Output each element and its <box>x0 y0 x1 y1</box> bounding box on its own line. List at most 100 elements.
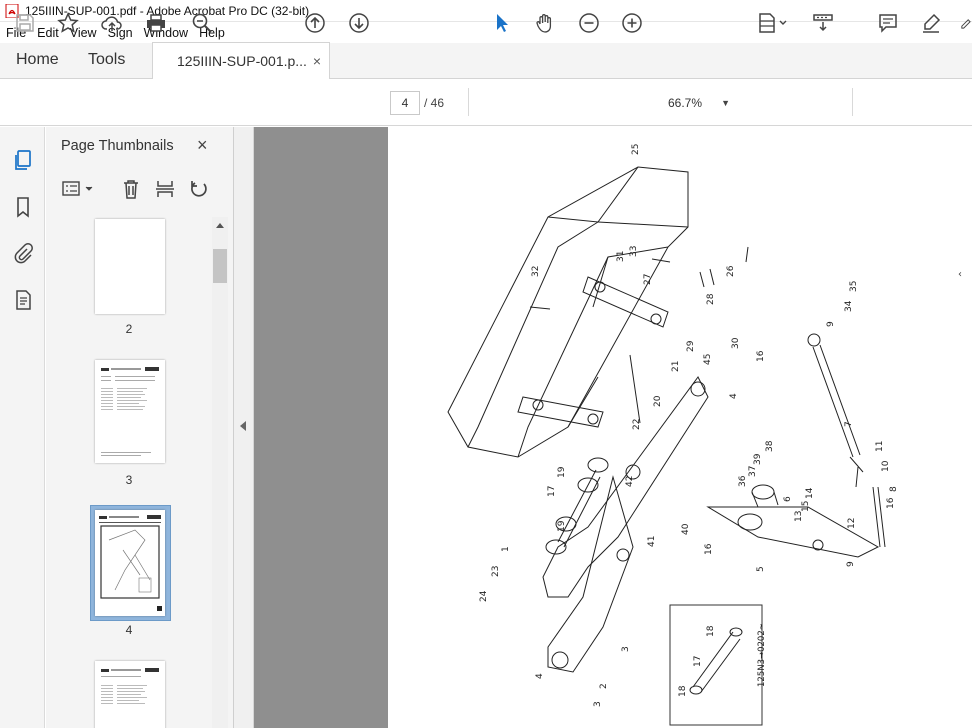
zoom-out-icon[interactable] <box>576 10 602 36</box>
thumbnail-options-icon[interactable] <box>60 177 96 201</box>
tab-document[interactable]: 125IIIN-SUP-001.p... × <box>152 42 330 79</box>
bookmark-icon[interactable] <box>10 194 36 220</box>
page-thumbnails-icon[interactable] <box>10 147 36 173</box>
insert-page-icon[interactable] <box>153 177 177 201</box>
part-number: 25 <box>631 144 641 155</box>
scroll-up-arrow-icon[interactable] <box>216 223 224 228</box>
part-number: 26 <box>726 265 736 277</box>
part-number: 3 <box>621 646 631 652</box>
part-number: 12 <box>847 518 857 529</box>
part-number: 22 <box>632 419 642 430</box>
chevron-down-icon: ▼ <box>721 98 730 108</box>
part-number: 33 <box>629 246 639 257</box>
tab-bar: Home Tools 125IIIN-SUP-001.p... × <box>0 42 972 79</box>
part-number: 1 <box>501 546 511 552</box>
thumbnail-page-4[interactable] <box>95 510 165 616</box>
part-number: 21 <box>671 361 681 372</box>
part-number: 2 <box>599 683 609 689</box>
hand-tool-icon[interactable] <box>532 10 558 36</box>
zoom-level-select[interactable]: 66.7% ▼ <box>666 91 732 115</box>
pdf-page: 25 26 27 28 29 30 31 32 33 34 35 9 16 45 21 4 20 22 7 11 10 8… <box>388 127 972 728</box>
zoom-search-icon[interactable] <box>189 10 215 36</box>
panel-splitter[interactable] <box>234 127 254 728</box>
part-number: 4 <box>729 393 739 399</box>
toolbar-divider <box>468 88 469 116</box>
thumbnail-page-5[interactable] <box>95 661 165 728</box>
thumbnail-label: 4 <box>125 623 133 637</box>
page-thumbnails-panel: Page Thumbnails × 2 3 4 <box>46 127 234 728</box>
part-number: 16 <box>756 350 766 362</box>
part-number: 37 <box>748 466 758 477</box>
zoom-in-icon[interactable] <box>619 10 645 36</box>
part-number: 4 <box>535 673 545 679</box>
exploded-parts-diagram: 2526272829 303132333435916452142022 711108… <box>447 144 962 726</box>
panel-title: Page Thumbnails <box>61 138 174 154</box>
save-icon[interactable] <box>12 10 38 36</box>
inset-part-number: 17 <box>693 656 703 667</box>
part-number: 14 <box>805 487 815 499</box>
page-fit-icon[interactable] <box>756 10 792 36</box>
upload-cloud-icon[interactable] <box>99 10 125 36</box>
part-number: 41 <box>647 536 657 547</box>
part-number: 23 <box>491 566 501 577</box>
thumbnail-list[interactable]: 2 3 4 <box>46 217 212 728</box>
left-navigation-rail <box>0 127 45 728</box>
part-number: 39 <box>753 453 763 465</box>
thumbnail-label: 3 <box>125 473 133 487</box>
page-content-icon[interactable] <box>10 287 36 313</box>
tab-tools[interactable]: Tools <box>74 42 152 78</box>
part-number: 16 <box>886 497 896 509</box>
close-panel-icon[interactable]: × <box>197 135 208 156</box>
previous-page-icon[interactable] <box>302 10 328 36</box>
document-viewer[interactable]: 25 26 27 28 29 30 31 32 33 34 35 9 16 45 21 4 20 22 7 11 10 8… <box>254 127 972 728</box>
part-number: 38 <box>765 440 775 452</box>
part-number: 5 <box>756 566 766 572</box>
part-number: 7 <box>844 421 854 427</box>
part-number: 29 <box>686 340 696 352</box>
part-number: 13 <box>794 511 804 522</box>
thumbnail-page-3[interactable] <box>95 360 165 463</box>
part-number: 19 <box>557 520 567 532</box>
scroll-mode-icon[interactable] <box>810 10 836 36</box>
collapse-panel-arrow-icon[interactable] <box>240 421 246 431</box>
inset-part-number: 18 <box>678 685 688 697</box>
thumbnail-page-2[interactable] <box>95 219 165 314</box>
part-number: 9 <box>826 321 836 327</box>
attachment-icon[interactable] <box>10 240 36 266</box>
part-number: 32 <box>531 266 541 277</box>
part-number: 42 <box>625 476 635 487</box>
part-number: 45 <box>703 354 713 365</box>
part-number: 28 <box>706 293 716 305</box>
part-number: 10 <box>881 460 891 472</box>
toolbar-divider <box>852 88 853 116</box>
highlight-pen-icon[interactable] <box>918 10 944 36</box>
part-number: 8 <box>889 486 899 492</box>
edge-mark: ‹ <box>958 269 962 280</box>
comment-icon[interactable] <box>875 10 901 36</box>
part-number: 11 <box>875 441 885 452</box>
thumbnail-scrollbar[interactable] <box>212 217 228 728</box>
tab-document-label: 125IIIN-SUP-001.p... <box>177 53 307 69</box>
part-number: 3 <box>593 701 603 707</box>
part-number: 24 <box>479 590 489 602</box>
part-number: 9 <box>846 561 856 567</box>
rotate-page-icon[interactable] <box>187 177 211 201</box>
select-cursor-icon[interactable] <box>489 10 515 36</box>
close-tab-icon[interactable]: × <box>313 53 321 69</box>
part-number: 6 <box>783 496 793 502</box>
part-number: 17 <box>547 486 557 497</box>
part-number: 27 <box>643 274 653 285</box>
delete-page-icon[interactable] <box>119 177 143 201</box>
part-number: 35 <box>849 281 859 292</box>
page-number-input[interactable]: 4 <box>390 91 420 115</box>
star-icon[interactable] <box>55 10 81 36</box>
part-number: 15 <box>801 501 811 512</box>
part-number: 40 <box>681 523 691 535</box>
page-total: / 46 <box>424 96 445 110</box>
draw-tool-icon[interactable] <box>958 10 972 36</box>
tab-home[interactable]: Home <box>0 42 74 78</box>
inset-part-number: 18 <box>706 625 716 637</box>
next-page-icon[interactable] <box>346 10 372 36</box>
print-icon[interactable] <box>143 10 169 36</box>
scrollbar-thumb[interactable] <box>213 249 227 283</box>
